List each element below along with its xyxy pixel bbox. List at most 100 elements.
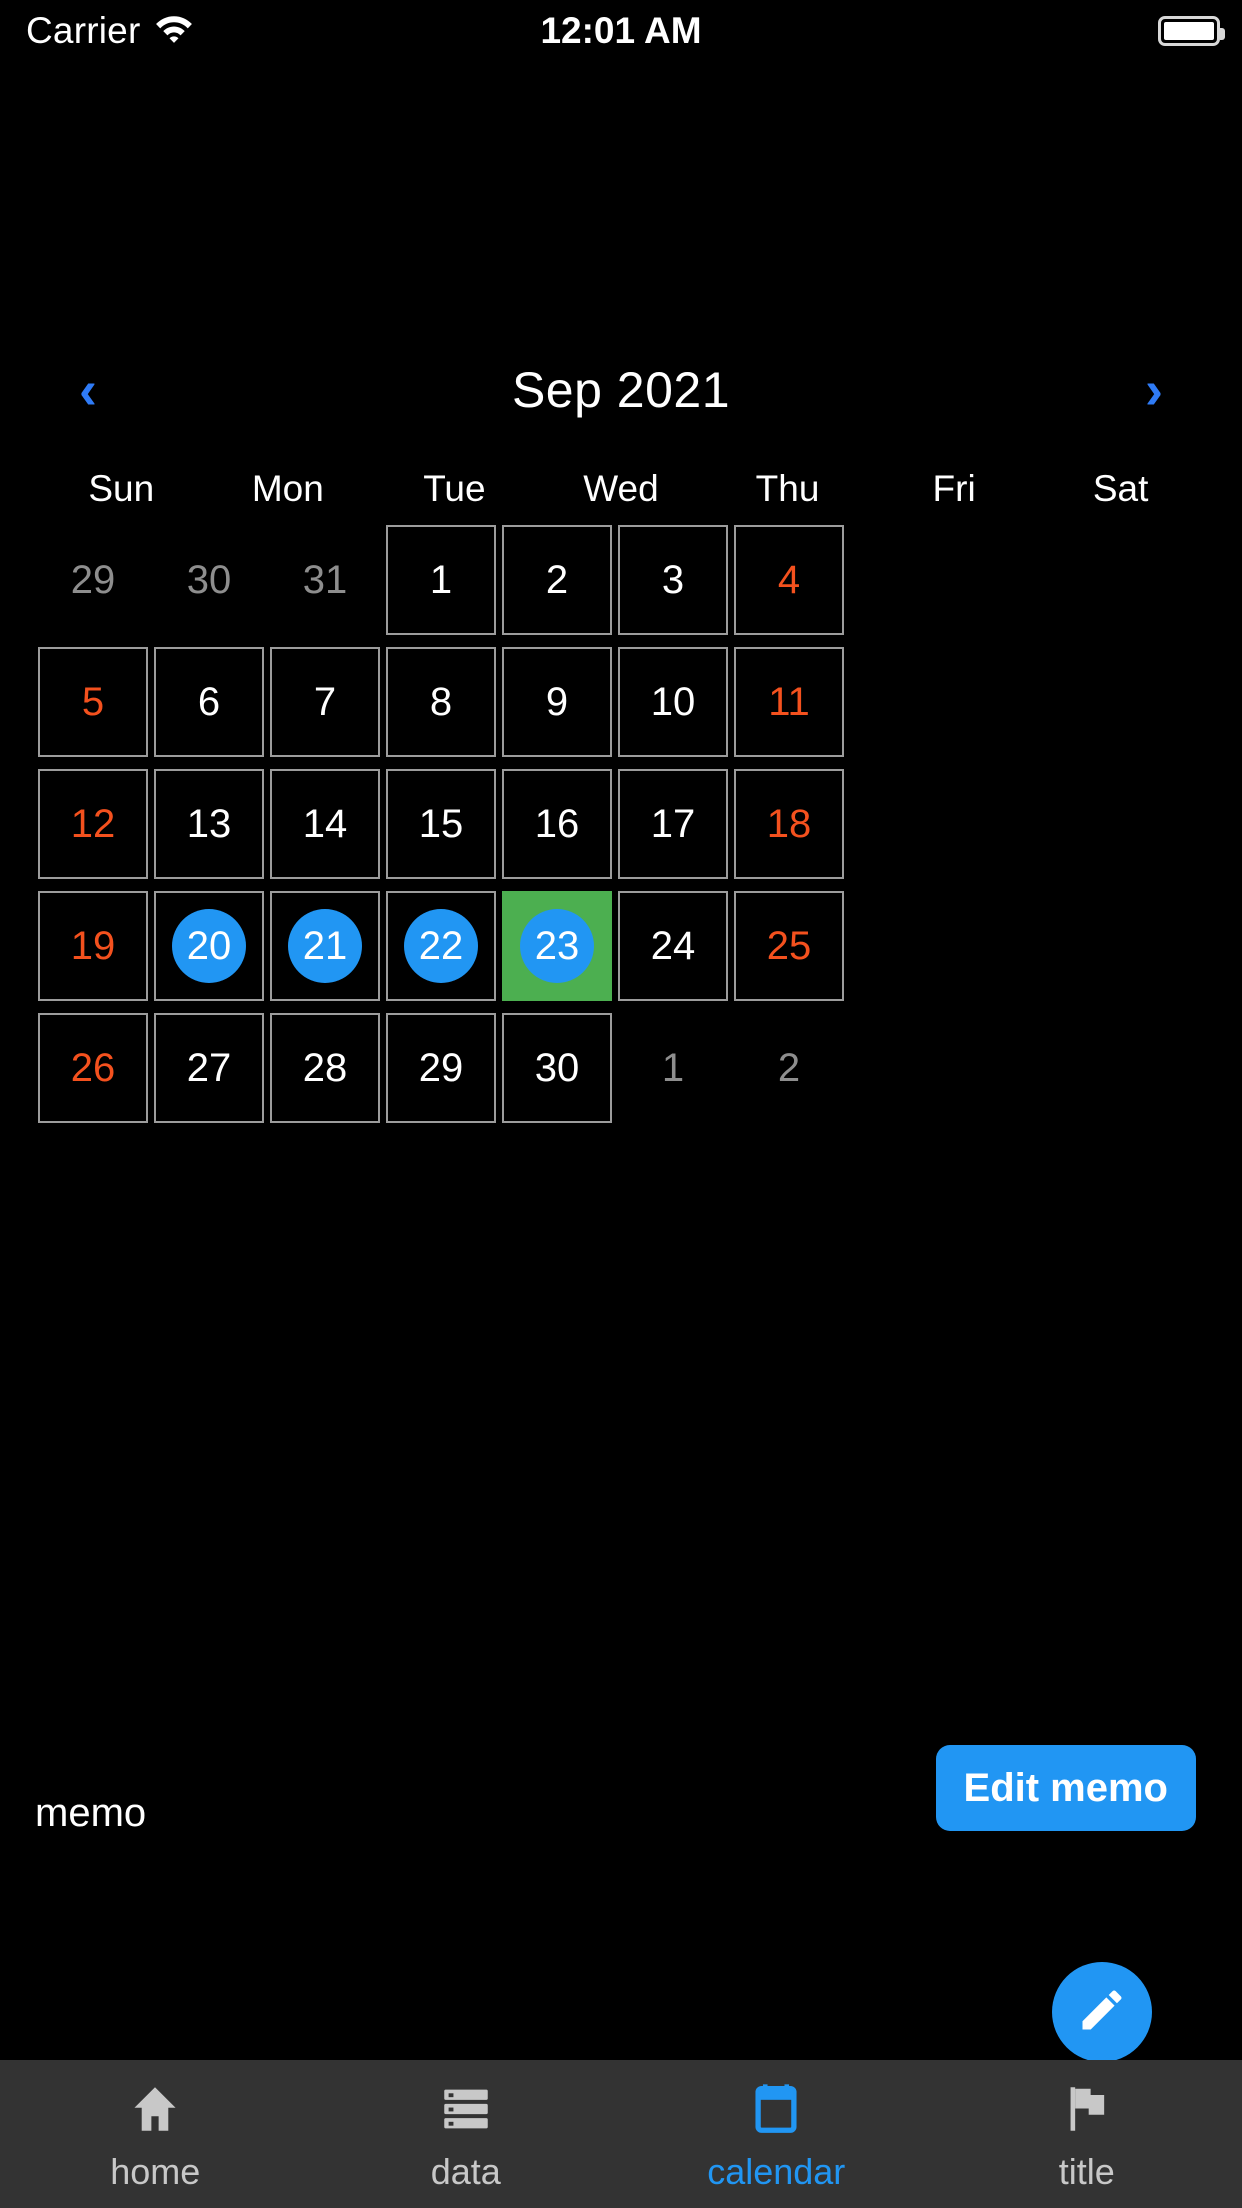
weekday-label-wed: Wed (583, 468, 659, 509)
calendar-day-cell[interactable]: 2 (734, 1013, 844, 1123)
calendar-day-cell[interactable]: 6 (154, 647, 264, 757)
calendar-grid: 29 30 31 1 2 3 4 5 6 7 8 9 10 11 12 13 14 15 16 17 18 19 20 21 2… (38, 525, 1204, 1135)
edit-memo-button[interactable]: Edit memo (935, 1745, 1196, 1831)
calendar-day-cell[interactable]: 16 (502, 769, 612, 879)
tab-label-calendar: calendar (707, 2151, 846, 2192)
calendar-day-cell[interactable]: 21 (270, 891, 380, 1001)
calendar-day-cell[interactable]: 12 (38, 769, 148, 879)
weekday-label-sun: Sun (88, 468, 155, 509)
month-title: Sep 2021 (511, 362, 731, 418)
calendar-day-cell[interactable]: 11 (734, 647, 844, 757)
memo-row: memo Edit memo (0, 1745, 1242, 1885)
day-number: 28 (302, 1046, 348, 1090)
day-number: 9 (545, 680, 569, 724)
weekday-header-row: Sun Mon Tue Wed Thu Fri Sat (38, 468, 1204, 510)
calendar-day-cell[interactable]: 2 (502, 525, 612, 635)
day-number: 21 (302, 924, 348, 968)
calendar-day-cell[interactable]: 8 (386, 647, 496, 757)
calendar-day-cell[interactable]: 22 (386, 891, 496, 1001)
memo-label: memo (35, 1791, 147, 1835)
calendar-day-cell[interactable]: 10 (618, 647, 728, 757)
day-number: 18 (766, 802, 812, 846)
calendar-day-cell[interactable]: 3 (618, 525, 728, 635)
calendar-week-row: 29 30 31 1 2 3 4 (38, 525, 1204, 641)
battery-icon (1158, 16, 1225, 46)
day-number: 30 (534, 1046, 580, 1090)
calendar-week-row: 5 6 7 8 9 10 11 (38, 647, 1204, 763)
day-number: 4 (777, 558, 801, 602)
calendar-day-cell[interactable]: 30 (502, 1013, 612, 1123)
day-number: 12 (70, 802, 116, 846)
chevron-right-icon: › (1145, 360, 1163, 420)
weekday-label-thu: Thu (755, 468, 820, 509)
calendar-day-cell[interactable]: 14 (270, 769, 380, 879)
calendar-day-cell[interactable]: 1 (618, 1013, 728, 1123)
calendar-day-cell[interactable]: 9 (502, 647, 612, 757)
day-number: 13 (186, 802, 232, 846)
calendar-day-cell[interactable]: 24 (618, 891, 728, 1001)
calendar-day-cell[interactable]: 28 (270, 1013, 380, 1123)
calendar-day-cell[interactable]: 30 (154, 525, 264, 635)
edit-fab-button[interactable] (1052, 1962, 1152, 2062)
calendar-day-cell[interactable]: 29 (38, 525, 148, 635)
bottom-tab-bar: home data calendar title (0, 2060, 1242, 2208)
calendar-day-cell[interactable]: 23 (502, 891, 612, 1001)
day-number: 7 (313, 680, 337, 724)
calendar-day-cell[interactable]: 18 (734, 769, 844, 879)
weekday-label-tue: Tue (423, 468, 486, 509)
data-storage-icon (435, 2078, 497, 2140)
calendar-day-cell[interactable]: 27 (154, 1013, 264, 1123)
day-number: 20 (186, 924, 232, 968)
calendar-day-cell[interactable]: 7 (270, 647, 380, 757)
day-number: 2 (777, 1046, 801, 1090)
day-number: 29 (70, 558, 116, 602)
day-number: 24 (650, 924, 696, 968)
day-number: 14 (302, 802, 348, 846)
calendar-day-cell[interactable]: 1 (386, 525, 496, 635)
tab-home[interactable]: home (0, 2060, 311, 2208)
weekday-label-mon: Mon (251, 468, 324, 509)
day-number: 1 (661, 1046, 685, 1090)
day-number: 1 (429, 558, 453, 602)
status-bar-clock: 12:01 AM (540, 10, 702, 51)
tab-data[interactable]: data (311, 2060, 622, 2208)
status-bar-right (1158, 16, 1225, 46)
day-number: 31 (302, 558, 348, 602)
calendar-week-row: 19 20 21 22 23 24 25 (38, 891, 1204, 1007)
day-number: 17 (650, 802, 696, 846)
tab-label-title: title (1058, 2151, 1115, 2192)
calendar-day-cell[interactable]: 25 (734, 891, 844, 1001)
day-number: 8 (429, 680, 453, 724)
day-number: 6 (197, 680, 221, 724)
calendar-day-cell[interactable]: 19 (38, 891, 148, 1001)
calendar-week-row: 12 13 14 15 16 17 18 (38, 769, 1204, 885)
home-icon (124, 2078, 186, 2140)
day-number: 10 (650, 680, 696, 724)
day-number: 23 (534, 924, 580, 968)
calendar-day-cell[interactable]: 4 (734, 525, 844, 635)
calendar-day-cell[interactable]: 31 (270, 525, 380, 635)
calendar-day-cell[interactable]: 20 (154, 891, 264, 1001)
day-number: 27 (186, 1046, 232, 1090)
calendar-day-cell[interactable]: 13 (154, 769, 264, 879)
calendar-day-cell[interactable]: 17 (618, 769, 728, 879)
day-number: 16 (534, 802, 580, 846)
calendar-day-cell[interactable]: 5 (38, 647, 148, 757)
flag-icon (1056, 2078, 1118, 2140)
day-number: 22 (418, 924, 464, 968)
day-number: 26 (70, 1046, 116, 1090)
tab-calendar[interactable]: calendar (621, 2060, 932, 2208)
day-number: 5 (81, 680, 105, 724)
weekday-label-fri: Fri (932, 468, 976, 509)
tab-title[interactable]: title (932, 2060, 1242, 2208)
day-number: 3 (661, 558, 685, 602)
day-number: 29 (418, 1046, 464, 1090)
calendar-day-cell[interactable]: 29 (386, 1013, 496, 1123)
calendar-week-row: 26 27 28 29 30 1 2 (38, 1013, 1204, 1129)
calendar-day-cell[interactable]: 15 (386, 769, 496, 879)
day-number: 30 (186, 558, 232, 602)
next-month-button[interactable]: › (1114, 352, 1194, 428)
day-number: 2 (545, 558, 569, 602)
calendar-icon (745, 2078, 807, 2140)
calendar-day-cell[interactable]: 26 (38, 1013, 148, 1123)
